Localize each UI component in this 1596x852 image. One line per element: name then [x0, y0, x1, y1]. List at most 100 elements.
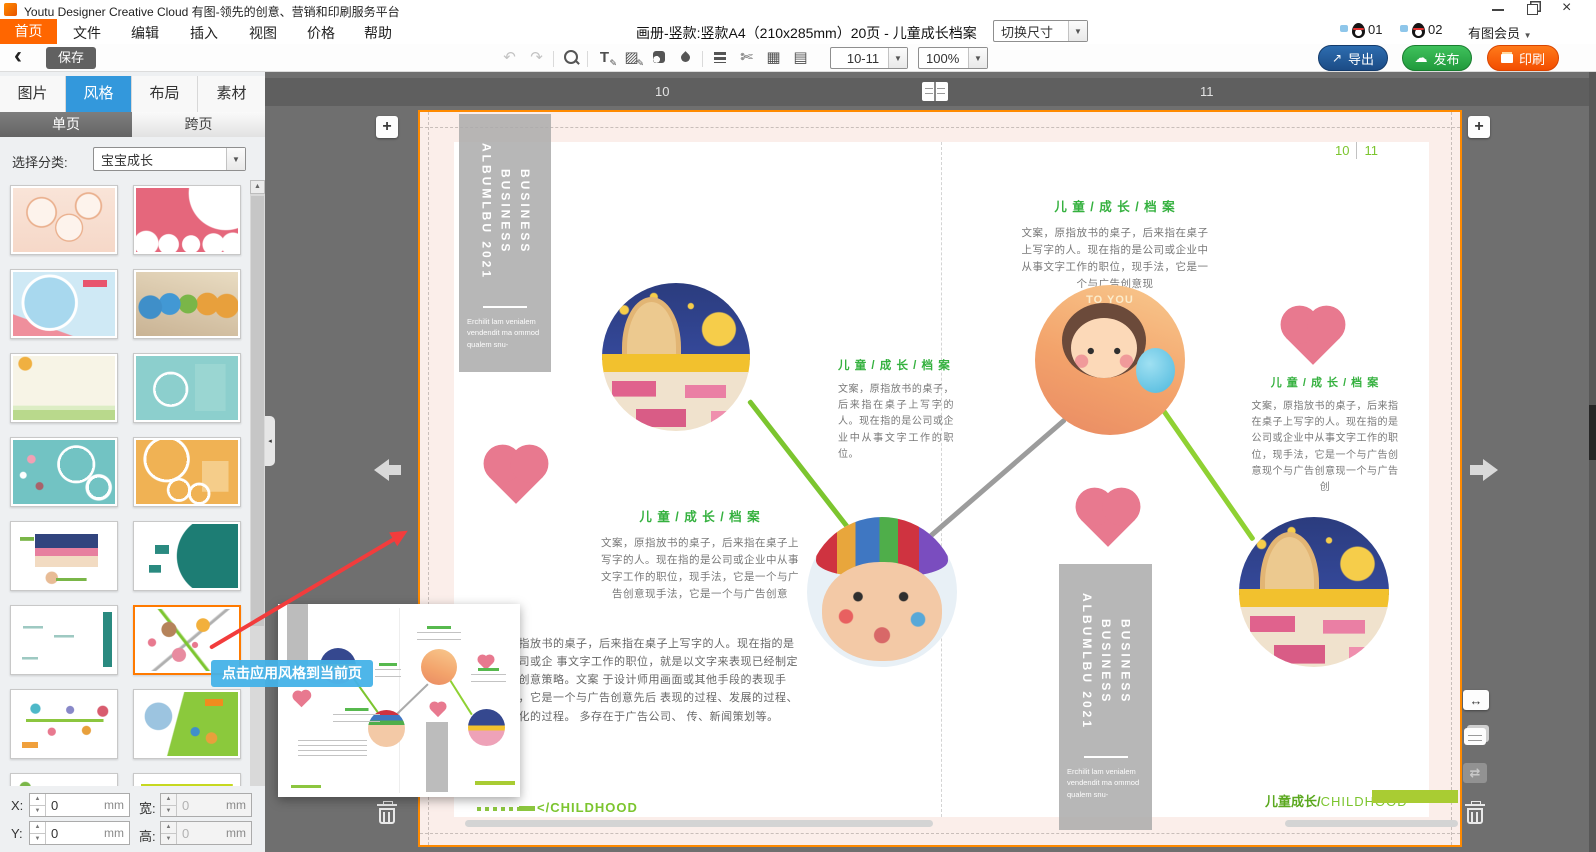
tab-materials[interactable]: 素材 — [198, 76, 265, 112]
page-view-icon[interactable]: ▤ — [787, 45, 814, 69]
grid-view-icon[interactable]: ▦ — [760, 45, 787, 69]
tab-pictures[interactable]: 图片 — [0, 76, 66, 112]
delete-page-right-button[interactable] — [1464, 801, 1486, 825]
width-stepper[interactable]: ▲▼ — [161, 794, 177, 816]
template-thumbnail-7[interactable] — [10, 437, 118, 507]
business-album-banner-left[interactable]: BUSINESS BUSINESS ALBUMLBU 2021 Erchilit… — [459, 114, 551, 372]
template-thumbnail-6[interactable] — [133, 353, 241, 423]
height-stepper[interactable]: ▲▼ — [161, 822, 177, 844]
text-block-left-bottom[interactable]: 原指放书的桌子，后来指在桌子上写字的人。现在指的是公司或企 事文字工作的职位，就… — [507, 635, 803, 726]
qq-contact-2[interactable]: 02 — [1400, 22, 1442, 38]
business-album-banner-right[interactable]: BUSINESS BUSINESS ALBUMLBU 2021 Erchilit… — [1059, 564, 1152, 830]
x-input[interactable]: ▲▼ 0 mm — [29, 793, 130, 817]
zoom-value: 100% — [919, 51, 968, 66]
section-heading: 儿 童 / 成 长 / 档 案 — [1020, 196, 1210, 215]
text-tool-icon[interactable]: T✎ — [591, 45, 618, 69]
text-block-left-1[interactable]: 儿 童 / 成 长 / 档 案 文案，原指放书的桌子，后来指在桌子上写字的人。现… — [838, 357, 954, 463]
zoom-search-icon[interactable] — [557, 45, 584, 69]
restore-button[interactable] — [1527, 4, 1538, 15]
qq-contact-1[interactable]: 01 — [1340, 22, 1382, 38]
save-button[interactable]: 保存 — [46, 47, 96, 69]
template-thumbnail-8[interactable] — [133, 437, 241, 507]
y-input[interactable]: ▲▼ 0 mm — [29, 821, 130, 845]
align-tool-icon[interactable] — [706, 45, 733, 69]
member-dropdown[interactable]: 有图会员 ▼ — [1468, 23, 1532, 42]
delete-page-left-button[interactable] — [376, 801, 398, 825]
menu-item-file[interactable]: 文件 — [73, 23, 101, 43]
y-stepper[interactable]: ▲▼ — [30, 822, 46, 844]
classroom-photo-right[interactable] — [1239, 517, 1389, 667]
export-button[interactable]: ↗ 导出 — [1318, 45, 1388, 71]
undo-icon[interactable]: ↶ — [496, 45, 523, 69]
template-thumbnail-9[interactable] — [10, 521, 118, 591]
add-page-left-button[interactable]: + — [376, 116, 398, 138]
chevron-down-icon: ▼ — [968, 48, 987, 68]
template-thumbnail-10[interactable] — [133, 521, 241, 591]
page-select-dropdown[interactable]: 10-11 ▼ — [830, 47, 908, 69]
close-button[interactable]: × — [1562, 0, 1571, 17]
text-block-right-side[interactable]: 儿 童 / 成 长 / 档 案 文案，原指放书的桌子，后来指在桌子上写字的人。现… — [1247, 374, 1403, 496]
scrollbar-thumb[interactable] — [251, 196, 264, 626]
scroll-up-button[interactable]: ▲ — [250, 180, 265, 194]
back-button[interactable]: ‹ — [14, 42, 22, 70]
template-thumbnail-4[interactable] — [133, 269, 241, 339]
horizontal-scrollbar-left[interactable] — [465, 820, 933, 827]
subtab-spread[interactable]: 跨页 — [132, 112, 265, 137]
next-spread-arrow[interactable] — [1470, 458, 1502, 482]
print-button[interactable]: 印刷 — [1487, 45, 1559, 71]
menu-item-view[interactable]: 视图 — [249, 23, 277, 43]
preview-line — [449, 679, 473, 715]
width-input[interactable]: ▲▼ 0 mm — [160, 793, 252, 817]
template-thumbnail-11[interactable] — [10, 605, 118, 675]
qq1-label: 01 — [1368, 22, 1382, 38]
classroom-photo-left[interactable] — [602, 283, 750, 431]
publish-button[interactable]: ☁ 发布 — [1402, 45, 1472, 71]
scrollbar-thumb[interactable] — [1589, 405, 1596, 460]
horizontal-scrollbar-right[interactable] — [1285, 820, 1458, 827]
subtab-single-page[interactable]: 单页 — [0, 112, 132, 137]
preview-heart — [294, 692, 310, 708]
template-thumbnail-13[interactable] — [10, 689, 118, 759]
text-block-right-top[interactable]: 儿 童 / 成 长 / 档 案 文案，原指放书的桌子，后来指在桌子上写字的人。现… — [1020, 196, 1210, 293]
menu-item-edit[interactable]: 编辑 — [131, 23, 159, 43]
menu-item-home[interactable]: 首页 — [0, 19, 57, 44]
previous-spread-arrow[interactable] — [374, 458, 406, 482]
category-dropdown[interactable]: 宝宝成长 ▼ — [93, 147, 246, 171]
tab-style[interactable]: 风格 — [66, 76, 132, 112]
window-titlebar: Youtu Designer Creative Cloud 有图-领先的创意、营… — [0, 0, 1596, 19]
template-thumbnail-5[interactable] — [10, 353, 118, 423]
image-tool-icon[interactable]: ▨✎ — [618, 45, 645, 69]
resize-page-button[interactable]: ↔ — [1463, 690, 1489, 710]
girl-illustration-photo[interactable]: TO YOU — [1035, 285, 1185, 435]
spread-view-icon[interactable] — [922, 82, 948, 101]
ink-pen-tool-icon[interactable] — [672, 45, 699, 69]
tab-layout[interactable]: 布局 — [132, 76, 198, 112]
menu-item-help[interactable]: 帮助 — [364, 23, 392, 43]
size-switch-dropdown[interactable]: 切换尺寸 ▼ — [993, 20, 1088, 42]
panel-collapse-handle[interactable]: ◂ — [265, 416, 275, 466]
workspace-vertical-scrollbar[interactable] — [1589, 72, 1596, 852]
template-thumbnail-3[interactable] — [10, 269, 118, 339]
template-thumbnail-14[interactable] — [133, 689, 241, 759]
shape-tool-icon[interactable] — [645, 45, 672, 69]
template-thumbnail-2[interactable] — [133, 185, 241, 255]
add-page-right-button[interactable]: + — [1468, 116, 1490, 138]
x-stepper[interactable]: ▲▼ — [30, 794, 46, 816]
copy-page-button[interactable] — [1464, 728, 1486, 745]
height-input[interactable]: ▲▼ 0 mm — [160, 821, 252, 845]
thumbnail-scrollbar[interactable]: ▲ — [250, 180, 265, 852]
redo-icon[interactable]: ↷ — [523, 45, 550, 69]
app-logo-icon — [4, 3, 17, 16]
boy-face-paint-photo[interactable] — [807, 517, 957, 667]
crop-tool-icon[interactable]: ✄ — [733, 45, 760, 69]
x-label: X: — [11, 798, 23, 813]
zoom-level-dropdown[interactable]: 100% ▼ — [918, 47, 988, 69]
minimize-button[interactable] — [1492, 9, 1504, 11]
menu-item-insert[interactable]: 插入 — [190, 23, 218, 43]
swap-page-button[interactable]: ⇄ — [1463, 763, 1487, 783]
design-canvas[interactable]: BUSINESS BUSINESS ALBUMLBU 2021 Erchilit… — [418, 110, 1462, 847]
text-block-left-2[interactable]: 儿 童 / 成 长 / 档 案 文案，原指放书的桌子，后来指在桌子上写字的人。现… — [598, 506, 802, 603]
menu-item-price[interactable]: 价格 — [307, 23, 335, 43]
template-thumbnail-1[interactable] — [10, 185, 118, 255]
preview-footer-bar — [475, 781, 515, 785]
